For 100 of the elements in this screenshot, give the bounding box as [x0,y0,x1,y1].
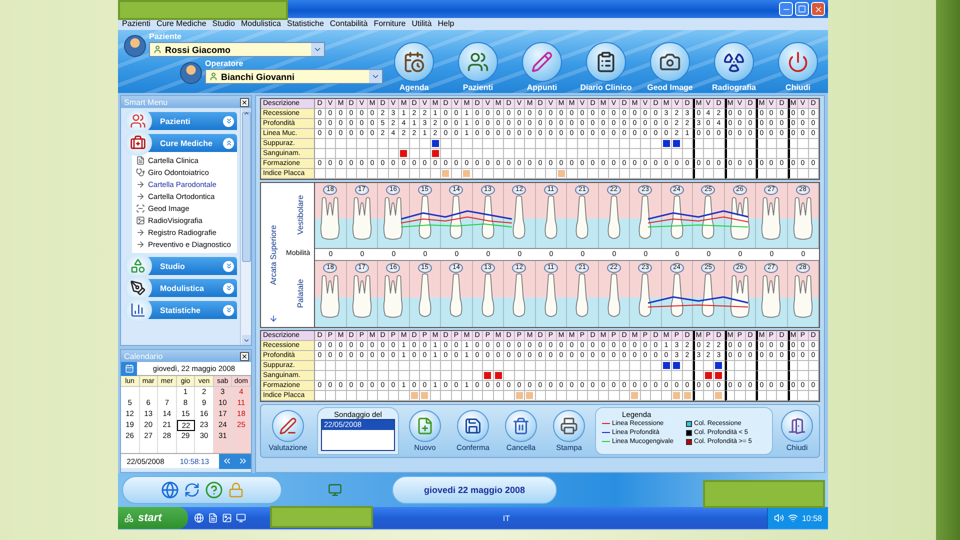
panel-title: Smart Menu [124,98,168,106]
printer-icon [560,417,578,435]
tooth-drawing [384,197,403,240]
calendar-cell [140,387,158,398]
clock-calendar-icon [403,51,425,73]
menu-item[interactable]: Contabilità [330,18,368,30]
tooth-drawing [576,195,588,239]
tooth-drawing [384,275,403,318]
monitor-icon[interactable] [236,513,246,523]
tooth-drawing [418,195,431,239]
tooth-drawing [482,195,494,239]
menu-item[interactable]: Pazienti [122,18,150,30]
minimize-button[interactable] [779,2,793,16]
status-date: giovedi 22 maggio 2008 [424,485,526,495]
tooth-drawing [702,195,714,239]
expand-icon [223,116,234,126]
refresh-icon[interactable] [184,482,200,498]
tooth-drawing [730,275,750,318]
close-button[interactable] [240,352,249,360]
tooth-drawing [608,273,620,317]
close-icon [814,4,822,14]
tooth-drawing [608,195,620,239]
tooth-drawing [513,195,526,239]
tooth-drawing [352,275,372,318]
panel-title: Calendario [124,352,163,360]
document-icon [136,156,145,165]
tooth-drawing [544,273,557,317]
scroll-thumb[interactable] [242,112,250,262]
double-left-icon [222,456,232,466]
tooth-drawing [513,273,526,317]
tooth-drawing [482,273,494,317]
avatar-icon [124,35,146,57]
tooth-drawing [544,195,557,239]
tooth-drawing [639,273,652,317]
stethoscope-icon [136,168,145,177]
tooth-drawing [793,197,812,240]
tooth-drawing [702,273,714,317]
field-label: Paziente [149,32,182,42]
menu-item[interactable]: Forniture [374,18,406,30]
arrow-icon [136,192,145,201]
image-icon [136,216,145,225]
pen-icon [279,417,297,435]
menu-item[interactable]: Cure Mediche [156,18,206,30]
chart-icon [124,297,152,323]
tooth-drawing [450,195,462,239]
next-button[interactable] [235,454,251,468]
tooth-drawing [320,197,340,240]
tooth-drawing [352,197,372,240]
tooth-drawing [320,275,340,318]
close-button[interactable] [240,98,249,106]
file-plus-icon [416,417,434,435]
tooth-drawing [670,273,683,317]
door-icon [788,417,806,435]
previous-button[interactable] [219,454,235,468]
language-indicator[interactable]: IT [502,514,510,522]
menu-item[interactable]: Help [438,18,454,30]
tooth-drawing [670,195,683,239]
maximize-icon [798,5,806,13]
document-icon[interactable] [208,513,218,523]
arch-label: Arcata Superiore [268,224,278,286]
person-icon [209,72,218,81]
tooth-drawing [730,197,750,240]
person-dropdown[interactable]: Rossi Giacomo [149,42,325,57]
menu-item[interactable]: Utilità [412,18,432,30]
people-icon [467,51,489,73]
shapes-icon [124,253,152,279]
scan-icon [136,204,145,213]
tooth-drawing [762,275,781,318]
maximize-button[interactable] [795,2,809,16]
side-label: Palatale [296,278,304,308]
browser-icon[interactable] [194,513,204,523]
power-icon [787,51,809,73]
help-icon[interactable] [204,481,222,499]
globe-icon[interactable] [160,481,178,499]
tooth-drawing [639,195,652,239]
monitor-icon [328,483,342,497]
clipboard-icon [595,51,617,73]
menu-item[interactable]: Studio [212,18,235,30]
menu-item[interactable]: Modulistica [240,18,281,30]
scroll-down-icon [242,335,250,345]
double-right-icon [238,456,248,466]
side-label: Vestibolare [296,195,304,235]
down-arrow-icon [268,314,278,323]
radiation-icon [723,51,745,73]
tooth-drawing [576,273,588,317]
calendar-cell [232,442,251,453]
arrow-icon [136,240,145,249]
field-label: Operatore [205,59,244,69]
person-dropdown[interactable]: Bianchi Giovanni [205,69,383,84]
speaker-icon [774,513,784,523]
image-icon[interactable] [222,513,232,523]
avatar-icon [180,62,202,84]
tooth-drawing [762,197,781,240]
menu-item[interactable]: Statistiche [286,18,324,30]
trash-icon [512,417,530,435]
medical-kit-icon [124,130,152,156]
pen-icon [124,275,152,301]
expand-icon [223,282,234,294]
tooth-drawing [450,273,462,317]
collapse-icon [223,138,234,148]
